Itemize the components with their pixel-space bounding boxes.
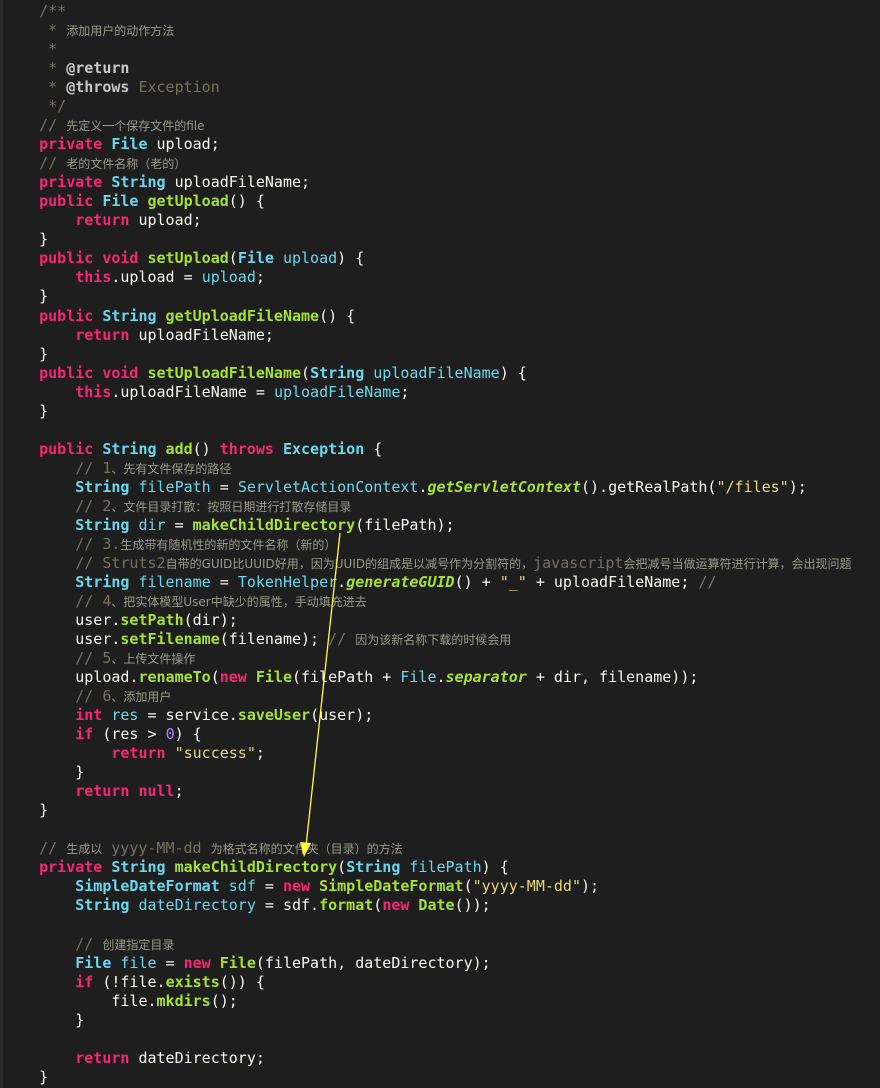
- annotation-overlay: [300, 532, 341, 857]
- yellow-arrow-shaft: [305, 532, 341, 847]
- yellow-arrow-head: [300, 842, 311, 857]
